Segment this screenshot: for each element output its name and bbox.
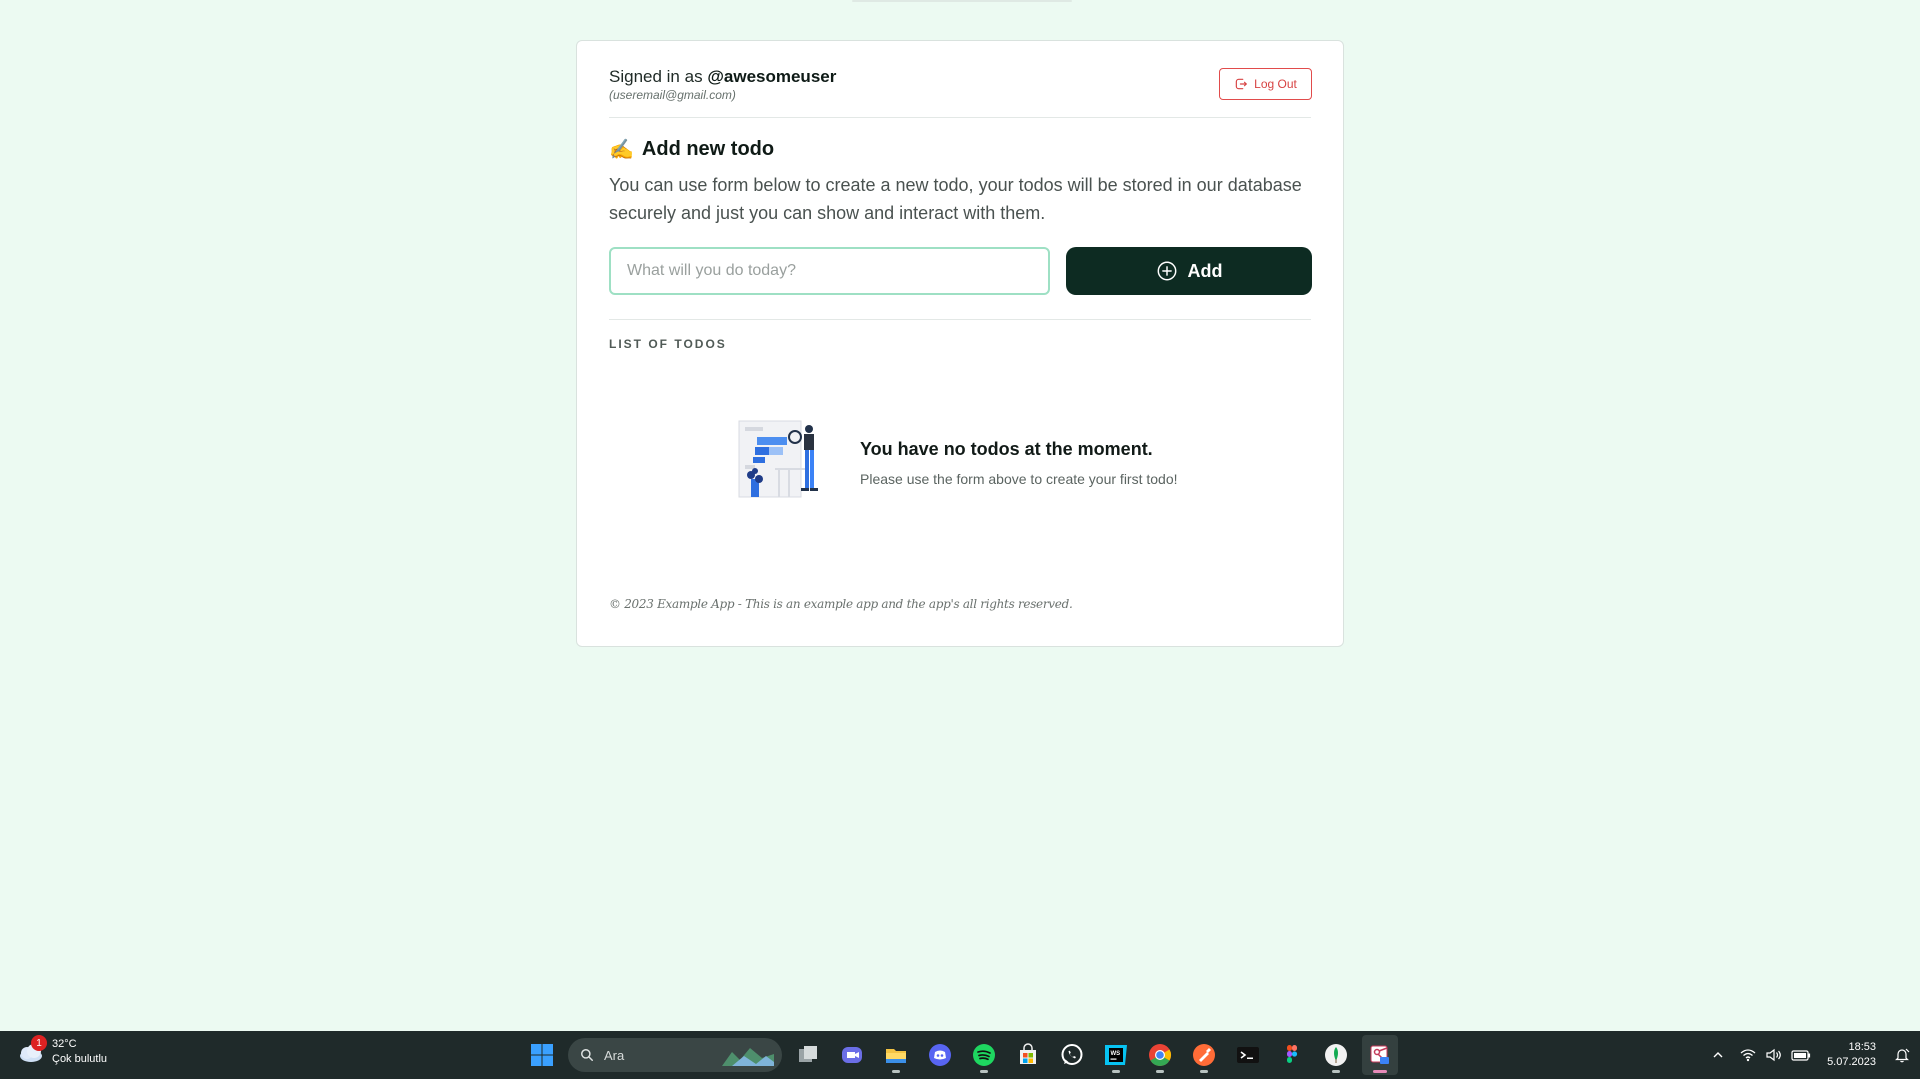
whatsapp-button[interactable] bbox=[1054, 1035, 1090, 1075]
taskbar-apps: Ara WS bbox=[524, 1035, 1398, 1075]
clock-date: 5.07.2023 bbox=[1827, 1056, 1876, 1068]
weather-widget[interactable]: 1 32°C Çok bulutlu bbox=[16, 1035, 108, 1067]
form-description: You can use form below to create a new t… bbox=[609, 175, 1302, 223]
weather-temperature: 32°C bbox=[52, 1038, 77, 1050]
store-button[interactable] bbox=[1010, 1035, 1046, 1075]
top-edge-line bbox=[852, 0, 1072, 2]
footer-copyright: © 2023 Example App - This is an example … bbox=[609, 597, 1073, 611]
folder-icon bbox=[886, 1049, 906, 1063]
windows-logo-icon bbox=[531, 1044, 553, 1066]
start-button[interactable] bbox=[524, 1035, 560, 1075]
spotify-icon bbox=[973, 1044, 995, 1066]
taskbar-clock[interactable]: 18:53 5.07.2023 bbox=[1827, 1040, 1876, 1070]
system-tray: 18:53 5.07.2023 bbox=[1701, 1031, 1920, 1079]
wifi-button[interactable] bbox=[1735, 1035, 1761, 1075]
notifications-button[interactable] bbox=[1888, 1035, 1916, 1075]
taskbar-search[interactable]: Ara bbox=[568, 1038, 782, 1072]
user-email: (useremail@gmail.com) bbox=[609, 88, 736, 102]
form-divider bbox=[609, 319, 1311, 320]
notification-bell-icon bbox=[1895, 1048, 1910, 1063]
mongodb-compass-button[interactable] bbox=[1318, 1035, 1354, 1075]
whatsapp-icon bbox=[1061, 1044, 1083, 1065]
username: @awesomeuser bbox=[707, 67, 837, 86]
user-info: Signed in as @awesomeuser (useremail@gma… bbox=[609, 67, 836, 102]
battery-button[interactable] bbox=[1787, 1035, 1815, 1075]
add-todo-button[interactable]: Add bbox=[1066, 247, 1312, 295]
logout-label: Log Out bbox=[1254, 77, 1297, 91]
task-view-button[interactable] bbox=[790, 1035, 826, 1075]
cloud-icon: 1 bbox=[16, 1035, 47, 1067]
plus-circle-icon bbox=[1157, 261, 1176, 281]
figma-button[interactable] bbox=[1274, 1035, 1310, 1075]
add-label: Add bbox=[1187, 260, 1223, 281]
figma-icon bbox=[1287, 1045, 1298, 1063]
empty-state-subtitle: Please use the form above to create your… bbox=[860, 471, 1178, 487]
header-divider bbox=[609, 117, 1311, 118]
postman-button[interactable] bbox=[1186, 1035, 1222, 1075]
logout-button[interactable]: Log Out bbox=[1219, 68, 1312, 100]
store-icon bbox=[1020, 1043, 1036, 1064]
webstorm-icon: WS bbox=[1105, 1045, 1127, 1065]
todo-input[interactable] bbox=[609, 247, 1050, 295]
volume-button[interactable] bbox=[1761, 1035, 1787, 1075]
chevron-up-icon bbox=[1713, 1052, 1723, 1058]
search-placeholder: Ara bbox=[604, 1047, 625, 1063]
empty-state-title: You have no todos at the moment. bbox=[860, 439, 1153, 459]
snipping-tool-icon bbox=[1370, 1045, 1389, 1064]
show-hidden-icons-button[interactable] bbox=[1701, 1035, 1735, 1075]
chrome-icon bbox=[1149, 1044, 1171, 1066]
search-highlight-icon bbox=[722, 1048, 774, 1066]
clock-time: 18:53 bbox=[1848, 1041, 1876, 1053]
discord-icon bbox=[929, 1044, 951, 1066]
terminal-icon bbox=[1237, 1047, 1259, 1063]
teams-icon bbox=[842, 1047, 862, 1063]
teams-button[interactable] bbox=[834, 1035, 870, 1075]
heading-text: Add new todo bbox=[641, 138, 775, 160]
task-view-icon bbox=[799, 1046, 817, 1062]
add-todo-heading: ✍️ Add new todo bbox=[609, 137, 774, 162]
weather-badge: 1 bbox=[31, 1035, 47, 1051]
empty-state-illustration-icon bbox=[738, 420, 818, 498]
webstorm-button[interactable]: WS bbox=[1098, 1035, 1134, 1075]
battery-icon bbox=[1791, 1050, 1811, 1061]
signed-in-line: Signed in as @awesomeuser bbox=[609, 67, 836, 87]
todo-card: Signed in as @awesomeuser (useremail@gma… bbox=[576, 40, 1344, 647]
wifi-icon bbox=[1740, 1049, 1756, 1062]
chrome-button[interactable] bbox=[1142, 1035, 1178, 1075]
logout-icon bbox=[1235, 78, 1247, 90]
windows-taskbar: 1 32°C Çok bulutlu Ara WS 18:53 5.07.202… bbox=[0, 1031, 1920, 1079]
search-icon bbox=[581, 1049, 593, 1061]
postman-icon bbox=[1193, 1044, 1215, 1066]
discord-button[interactable] bbox=[922, 1035, 958, 1075]
list-section-label: LIST OF TODOS bbox=[609, 337, 727, 351]
terminal-button[interactable] bbox=[1230, 1035, 1266, 1075]
snipping-tool-button[interactable] bbox=[1362, 1035, 1398, 1075]
mongodb-compass-icon bbox=[1325, 1044, 1347, 1066]
spotify-button[interactable] bbox=[966, 1035, 1002, 1075]
speaker-icon bbox=[1766, 1048, 1781, 1062]
writing-hand-icon: ✍️ bbox=[609, 139, 634, 161]
file-explorer-button[interactable] bbox=[878, 1035, 914, 1075]
weather-condition: Çok bulutlu bbox=[52, 1053, 108, 1065]
svg-text:WS: WS bbox=[1111, 1051, 1121, 1057]
signed-in-prefix: Signed in as bbox=[609, 67, 703, 86]
